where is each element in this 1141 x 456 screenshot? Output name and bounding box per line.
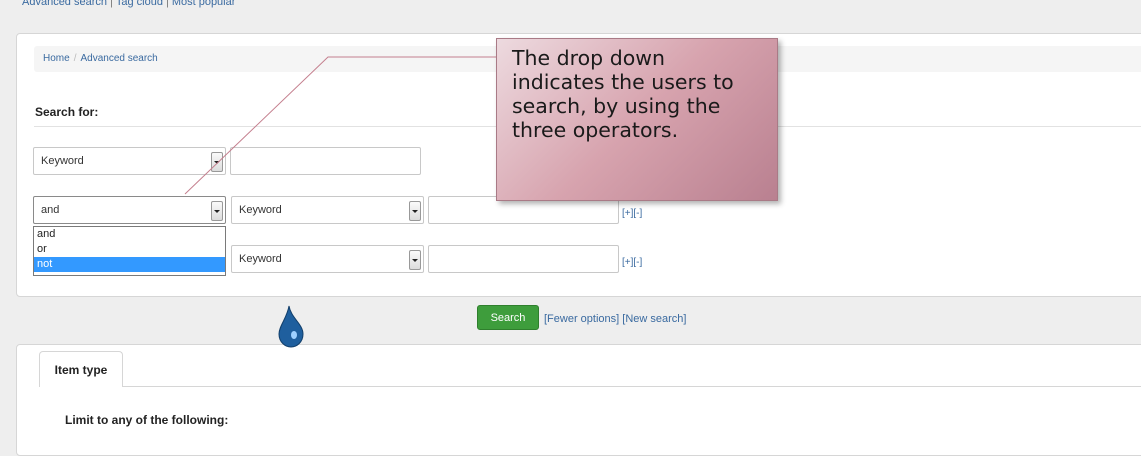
water-drop-icon: [278, 305, 304, 348]
limits-panel: [16, 344, 1141, 456]
operator-dropdown-list: and or not: [33, 226, 226, 276]
chevron-down-icon[interactable]: [211, 201, 223, 221]
search-button[interactable]: Search: [477, 305, 539, 330]
advanced-search-link[interactable]: Advanced search: [22, 0, 107, 8]
callout-note: The drop down indicates the users to sea…: [496, 38, 778, 201]
tag-cloud-link[interactable]: Tag cloud: [116, 0, 163, 8]
new-search-link[interactable]: [New search]: [622, 313, 686, 325]
row1-search-input[interactable]: [230, 147, 421, 175]
row3-remove-link[interactable]: [-]: [633, 257, 642, 268]
chevron-down-icon[interactable]: [211, 152, 223, 172]
row2-operator-select[interactable]: and: [33, 196, 226, 224]
row1-field-value: Keyword: [41, 155, 84, 167]
row3-add-link[interactable]: [+]: [622, 257, 633, 268]
top-links: Advanced search | Tag cloud | Most popular: [22, 0, 235, 8]
breadcrumb-advanced-search[interactable]: Advanced search: [80, 53, 157, 64]
operator-option-or[interactable]: or: [34, 242, 225, 257]
row3-search-input[interactable]: [428, 245, 619, 273]
row2-add-remove: [+][-]: [622, 208, 642, 219]
most-popular-link[interactable]: Most popular: [172, 0, 236, 8]
tab-divider: [39, 386, 1141, 387]
row1-field-select[interactable]: Keyword: [33, 147, 226, 175]
option-links: [Fewer options] [New search]: [544, 313, 686, 325]
row2-remove-link[interactable]: [-]: [633, 208, 642, 219]
chevron-down-icon[interactable]: [409, 250, 421, 270]
row3-field-select[interactable]: Keyword: [231, 245, 424, 273]
limit-heading: Limit to any of the following:: [65, 413, 229, 427]
fewer-options-link[interactable]: [Fewer options]: [544, 313, 619, 325]
tab-item-type[interactable]: Item type: [39, 351, 123, 386]
operator-option-and[interactable]: and: [34, 227, 225, 242]
row3-field-value: Keyword: [239, 253, 282, 265]
row2-operator-value: and: [41, 204, 60, 216]
row3-add-remove: [+][-]: [622, 257, 642, 268]
row2-field-value: Keyword: [239, 204, 282, 216]
search-for-heading: Search for:: [35, 105, 99, 119]
row2-add-link[interactable]: [+]: [622, 208, 633, 219]
chevron-down-icon[interactable]: [409, 201, 421, 221]
operator-option-not[interactable]: not: [34, 257, 225, 272]
breadcrumb-home[interactable]: Home: [43, 53, 70, 64]
row2-field-select[interactable]: Keyword: [231, 196, 424, 224]
